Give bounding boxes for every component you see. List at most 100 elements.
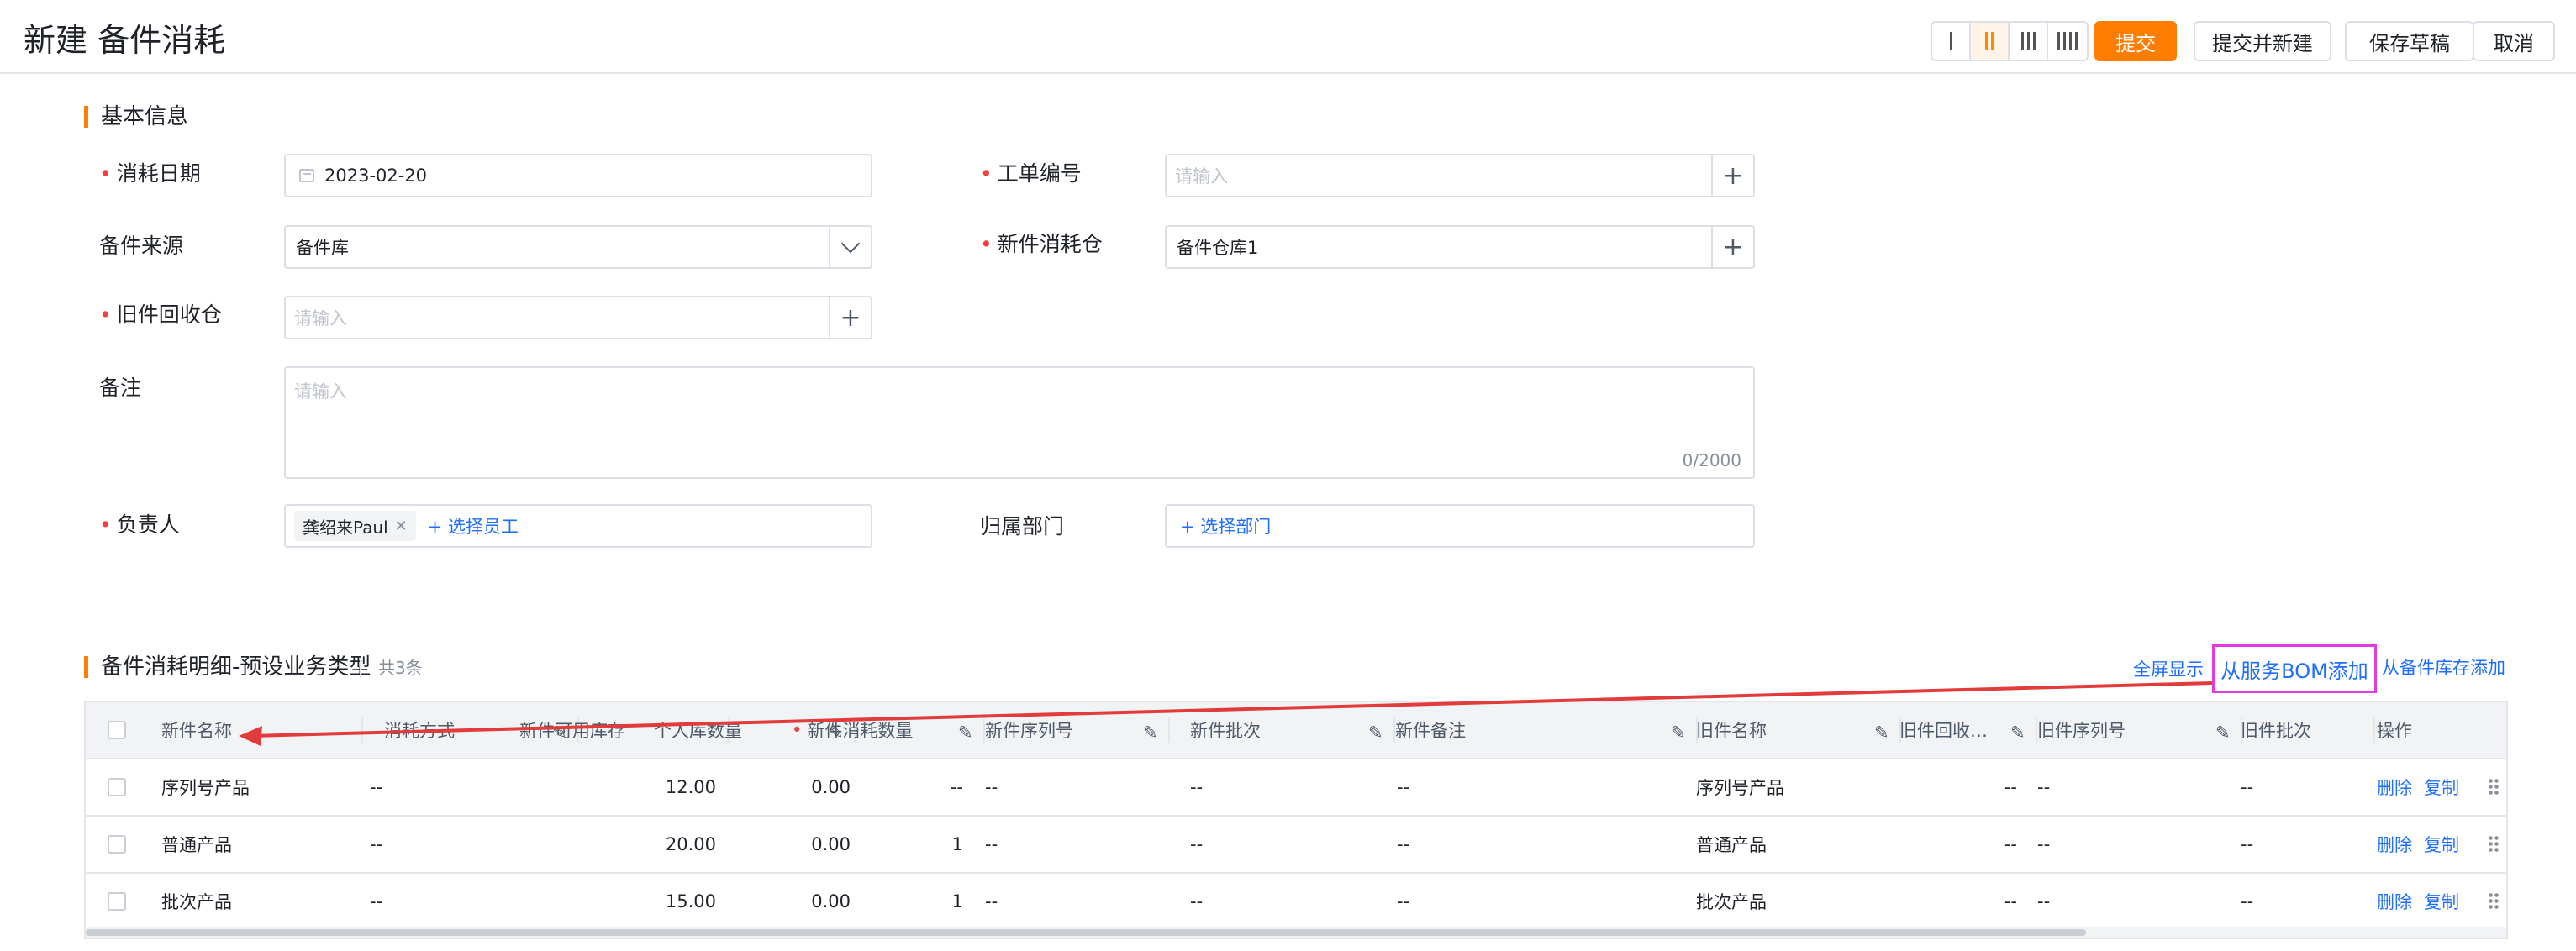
fullscreen-link[interactable]: 全屏显示 [2133, 657, 2204, 682]
cell-new-note: -- [1397, 777, 1410, 797]
drag-handle-icon[interactable] [2488, 778, 2500, 796]
row-checkbox[interactable] [108, 817, 150, 872]
edit-icon[interactable]: ✎ [1671, 722, 1686, 743]
cancel-button[interactable]: 取消 [2473, 21, 2555, 61]
cell-actions: 删除 复制 [2377, 874, 2486, 929]
select-all-checkbox[interactable] [108, 702, 150, 758]
copy-link[interactable]: 复制 [2424, 775, 2459, 800]
cell-new-name: 批次产品 [161, 892, 232, 912]
department-field[interactable]: + 选择部门 [1165, 504, 1755, 548]
cell-old-name: 批次产品 [1696, 892, 1767, 912]
edit-icon[interactable]: ✎ [958, 722, 973, 743]
delete-link[interactable]: 删除 [2377, 775, 2412, 800]
remark-char-counter: 0/2000 [1682, 450, 1741, 470]
old-warehouse-placeholder: 请输入 [294, 308, 347, 328]
drag-handle-icon[interactable] [2488, 835, 2500, 854]
cell-personal-qty: 0.00 [811, 891, 851, 912]
drag-handle-icon[interactable] [2488, 892, 2500, 911]
table-row: 普通产品 -- 20.00 0.00 1 -- -- -- 普通产品 -- --… [86, 815, 2506, 872]
chevron-down-icon[interactable] [829, 227, 871, 267]
page-title: 新建 备件消耗 [24, 22, 226, 59]
select-employee-link[interactable]: + 选择员工 [428, 513, 519, 539]
table-header: 新件名称 消耗方式 ✎ 新件可用库存 个人库数量 ✎ • 新件消耗数量 ✎ 新件序列号 ✎… [86, 702, 2506, 758]
add-old-warehouse-icon[interactable]: + [829, 297, 871, 338]
cell-personal-qty: 0.00 [811, 834, 851, 854]
col-new-serial: 新件序列号 ✎ [985, 702, 1170, 758]
cell-old-recycle: -- [2004, 834, 2017, 854]
delete-link[interactable]: 删除 [2377, 832, 2412, 857]
cell-consume-mode: -- [370, 777, 383, 797]
add-new-warehouse-icon[interactable]: + [1711, 227, 1753, 267]
source-value: 备件库 [296, 238, 349, 258]
detail-table: 新件名称 消耗方式 ✎ 新件可用库存 个人库数量 ✎ • 新件消耗数量 ✎ 新件序列号 ✎… [84, 701, 2508, 939]
cell-actions: 删除 复制 [2377, 817, 2486, 872]
cell-available-stock: 20.00 [665, 834, 716, 854]
layout-3-column-button[interactable] [2010, 23, 2048, 60]
cell-new-batch: -- [1190, 834, 1204, 854]
cell-old-batch: -- [2241, 834, 2254, 854]
cell-old-recycle: -- [2004, 777, 2017, 797]
remark-textarea[interactable]: 请输入 0/2000 [284, 366, 1755, 479]
consume-date-value: 2023-02-20 [324, 166, 428, 186]
cell-old-batch: -- [2241, 777, 2254, 797]
work-order-placeholder: 请输入 [1175, 166, 1228, 187]
edit-icon[interactable]: ✎ [1368, 722, 1383, 743]
table-row: 序列号产品 -- 12.00 0.00 -- -- -- -- 序列号产品 --… [86, 758, 2506, 815]
submit-and-new-button[interactable]: 提交并新建 [2194, 21, 2331, 61]
consume-date-picker[interactable]: 2023-02-20 [284, 154, 872, 197]
cell-consume-mode: -- [370, 834, 383, 854]
layout-4-column-button[interactable] [2048, 23, 2087, 60]
col-new-name: 新件名称 [161, 702, 363, 758]
cell-consume-qty: 1 [951, 891, 963, 912]
cell-personal-qty: 0.00 [811, 777, 851, 797]
new-warehouse-field[interactable]: 备件仓库1 + [1165, 225, 1755, 269]
remove-tag-icon[interactable]: ✕ [395, 518, 408, 535]
layout-1-column-button[interactable] [1932, 23, 1971, 60]
cell-old-serial: -- [2037, 891, 2051, 912]
cell-old-name: 序列号产品 [1696, 778, 1784, 798]
row-checkbox[interactable] [108, 759, 150, 815]
old-warehouse-field[interactable]: 请输入 + [284, 296, 872, 339]
edit-icon[interactable]: ✎ [1143, 722, 1158, 743]
cell-old-serial: -- [2037, 834, 2051, 854]
select-department-link[interactable]: + 选择部门 [1180, 513, 1271, 539]
edit-icon[interactable]: ✎ [2010, 722, 2026, 743]
horizontal-scrollbar[interactable] [86, 927, 2506, 938]
save-draft-button[interactable]: 保存草稿 [2345, 21, 2474, 61]
cell-new-note: -- [1397, 834, 1410, 854]
cell-consume-qty: 1 [951, 834, 963, 854]
source-select[interactable]: 备件库 [284, 225, 872, 269]
source-label: 备件来源 [99, 234, 184, 258]
department-label: 归属部门 [980, 514, 1065, 539]
table-row: 批次产品 -- 15.00 0.00 1 -- -- -- 批次产品 -- --… [86, 872, 2506, 929]
cell-available-stock: 12.00 [665, 777, 716, 797]
cell-old-batch: -- [2241, 891, 2254, 912]
cell-new-serial: -- [985, 891, 998, 912]
copy-link[interactable]: 复制 [2424, 832, 2459, 857]
basic-info-section-title: 基本信息 [84, 102, 188, 131]
add-work-order-icon[interactable]: + [1711, 155, 1753, 196]
cell-old-name: 普通产品 [1696, 835, 1767, 855]
cell-old-recycle: -- [2004, 891, 2017, 912]
row-checkbox[interactable] [108, 874, 150, 929]
cell-old-serial: -- [2037, 777, 2051, 797]
layout-2-column-button[interactable] [1971, 23, 2010, 60]
cell-consume-mode: -- [370, 891, 383, 912]
submit-button[interactable]: 提交 [2094, 21, 2177, 61]
cell-new-name: 普通产品 [161, 835, 232, 855]
owner-tag: 龚绍来Paul ✕ [294, 511, 416, 541]
work-order-field[interactable]: 请输入 + [1165, 154, 1755, 197]
new-warehouse-value: 备件仓库1 [1177, 238, 1259, 258]
delete-link[interactable]: 删除 [2377, 889, 2412, 914]
edit-icon[interactable]: ✎ [1874, 722, 1889, 743]
copy-link[interactable]: 复制 [2424, 889, 2459, 914]
edit-icon[interactable]: ✎ [2215, 722, 2231, 743]
cell-new-note: -- [1397, 891, 1410, 912]
calendar-icon [299, 169, 314, 182]
add-from-bom-button[interactable]: 从服务BOM添加 [2212, 644, 2377, 693]
remark-placeholder: 请输入 [294, 381, 347, 402]
cell-new-batch: -- [1190, 891, 1204, 912]
consume-date-label: • 消耗日期 [99, 161, 201, 186]
add-from-stock-link[interactable]: 从备件库存添加 [2382, 655, 2505, 680]
owner-field[interactable]: 龚绍来Paul ✕ + 选择员工 [284, 504, 872, 548]
